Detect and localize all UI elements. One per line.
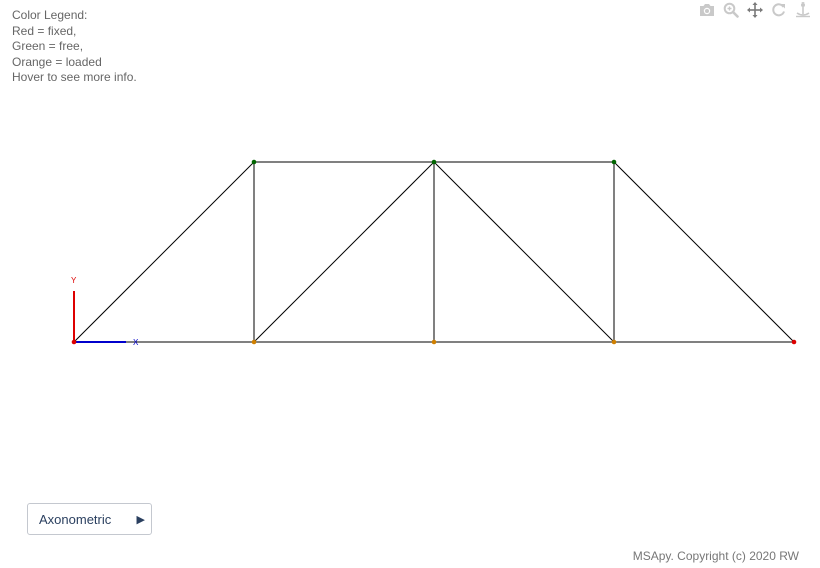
legend-loaded: Orange = loaded [12,54,102,69]
legend-title: Color Legend: [12,8,88,22]
truss-node-loaded[interactable] [431,339,437,345]
truss-node-free[interactable] [251,159,257,165]
color-legend: Color Legend: Red = fixed, Green = free,… [12,8,137,86]
legend-free: Green = free, [12,39,84,53]
copyright-text: MSApy. Copyright (c) 2020 RW [632,549,799,563]
truss-members [73,161,795,343]
zoom-icon[interactable] [722,1,740,19]
truss-member[interactable] [253,161,435,343]
y-axis-label: Y [71,276,77,285]
truss-node-free[interactable] [431,159,437,165]
truss-node-free[interactable] [611,159,617,165]
view-mode-label: Axonometric [39,511,112,527]
truss-node-fixed[interactable] [791,339,797,345]
x-axis-label: X [133,338,139,347]
truss-node-loaded[interactable] [611,339,617,345]
truss-member[interactable] [433,161,615,343]
play-arrow-icon: ▶ [136,513,145,526]
view-mode-dropdown[interactable]: Axonometric ▶ [27,503,152,535]
modebar [692,0,812,20]
truss-node-loaded[interactable] [251,339,257,345]
camera-icon[interactable] [698,1,716,19]
truss-node-fixed[interactable] [71,339,77,345]
plot-container: Y X Color Legend: Red = fixed, Green = f… [0,0,820,568]
reset-camera-icon[interactable] [794,1,812,19]
orbit-rotation-icon[interactable] [770,1,788,19]
truss-member[interactable] [613,161,795,343]
truss-member[interactable] [73,161,255,343]
pan-icon[interactable] [746,1,764,19]
legend-fixed: Red = fixed, [12,23,77,38]
legend-hover-hint: Hover to see more info. [12,70,137,84]
